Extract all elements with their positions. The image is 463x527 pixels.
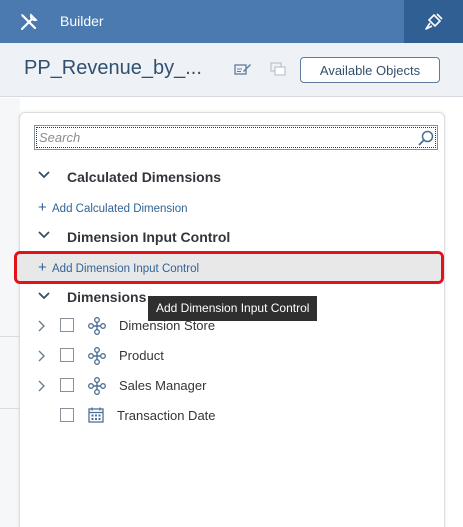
hierarchy-icon: [88, 317, 106, 335]
chevron-down-icon[interactable]: [38, 292, 50, 300]
available-objects-button[interactable]: Available Objects: [300, 57, 440, 83]
chevron-right-icon[interactable]: [38, 380, 46, 392]
divider: [0, 336, 20, 337]
hierarchy-icon: [88, 347, 106, 365]
copy-icon[interactable]: [270, 62, 286, 76]
hierarchy-icon: [88, 377, 106, 395]
section-title-dimensions: Dimensions: [67, 289, 147, 305]
dimension-row[interactable]: Sales Manager: [20, 371, 440, 401]
builder-title: Builder: [60, 13, 104, 29]
dimension-checkbox[interactable]: [60, 348, 74, 362]
chevron-right-icon[interactable]: [38, 350, 46, 362]
dimension-row[interactable]: Product: [20, 341, 440, 371]
divider: [0, 408, 20, 409]
plus-icon: +: [38, 259, 47, 276]
brush-icon: [425, 13, 443, 30]
dimension-label: Product: [119, 348, 164, 363]
dimension-checkbox[interactable]: [60, 378, 74, 392]
builder-header: PP_Revenue_by_... Available Objects: [0, 43, 463, 97]
chevron-down-icon[interactable]: [38, 231, 50, 239]
tools-icon[interactable]: [19, 12, 39, 32]
dimension-label: Sales Manager: [119, 378, 207, 393]
add-dimension-input-control-link[interactable]: + Add Dimension Input Control: [38, 259, 199, 276]
dimension-label: Transaction Date: [117, 408, 216, 423]
tooltip: Add Dimension Input Control: [148, 296, 317, 321]
search-field[interactable]: [34, 125, 438, 150]
chevron-down-icon[interactable]: [38, 171, 50, 179]
chevron-right-icon[interactable]: [38, 320, 46, 332]
section-title-dimension-input-control: Dimension Input Control: [67, 229, 231, 245]
shell-bar: Builder: [0, 0, 463, 43]
search-input[interactable]: [39, 128, 409, 147]
add-calculated-dimension-link[interactable]: + Add Calculated Dimension: [38, 199, 188, 216]
section-title-calculated-dimensions: Calculated Dimensions: [67, 169, 222, 185]
dimension-checkbox[interactable]: [60, 408, 74, 422]
canvas-background: [0, 98, 20, 527]
add-calculated-dimension-label: Add Calculated Dimension: [52, 203, 188, 215]
objects-panel: Calculated Dimensions + Add Calculated Di…: [14, 112, 445, 527]
plus-icon: +: [38, 199, 47, 216]
add-dimension-input-control-label: Add Dimension Input Control: [52, 263, 200, 275]
dimension-row[interactable]: Transaction Date: [20, 401, 440, 431]
calendar-icon: [88, 407, 104, 423]
format-button[interactable]: [404, 0, 463, 43]
dimension-checkbox[interactable]: [60, 318, 74, 332]
document-title: PP_Revenue_by_...: [24, 57, 202, 79]
search-icon[interactable]: [418, 130, 434, 146]
edit-formula-icon[interactable]: [234, 61, 252, 77]
